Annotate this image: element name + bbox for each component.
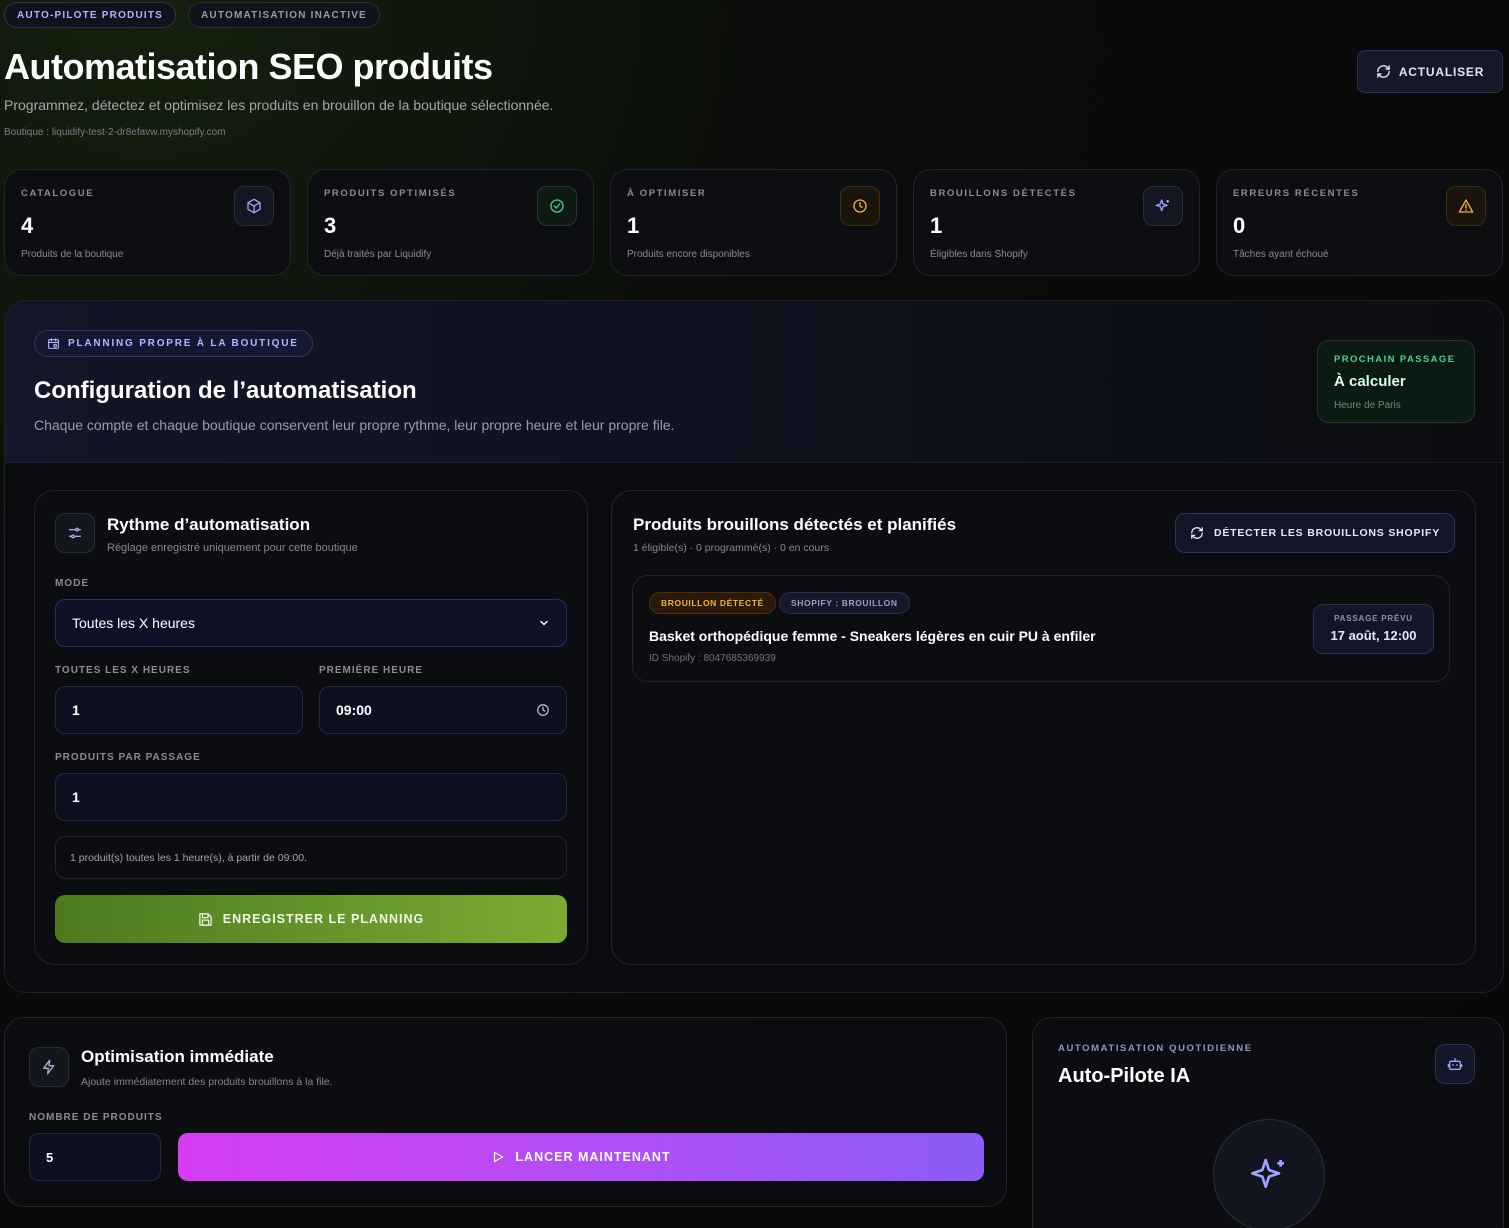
drafts-card: Produits brouillons détectés et planifié… [611,490,1476,965]
product-id: ID Shopify : 8047685369939 [649,653,776,664]
lightning-icon [29,1047,69,1087]
stat-desc: Tâches ayant échoué [1233,249,1329,260]
per-pass-value: 1 [72,789,80,805]
calendar-icon [48,338,59,349]
product-name: Basket orthopédique femme - Sneakers lég… [649,628,1096,644]
page-subtitle: Programmez, détectez et optimisez les pr… [4,97,554,113]
refresh-icon [1191,527,1203,539]
autopilot-sparkle [1213,1119,1325,1228]
stat-card-catalogue: CATALOGUE 4 Produits de la boutique [4,169,291,276]
autopilot-label: AUTOMATISATION QUOTIDIENNE [1058,1043,1253,1054]
status-badge: BROUILLON DÉTECTÉ [649,592,776,614]
next-run-label: PROCHAIN PASSAGE [1334,354,1456,365]
sparkles-icon [1143,186,1183,226]
product-count-value: 5 [46,1149,54,1165]
planned-run-value: 17 août, 12:00 [1330,628,1417,643]
every-hours-label: TOUTES LES X HEURES [55,665,191,676]
stat-desc: Produits de la boutique [21,249,124,260]
save-icon [199,912,212,926]
stat-desc: Éligibles dans Shopify [930,249,1028,260]
immediate-subtitle: Ajoute immédiatement des produits brouil… [81,1076,333,1088]
immediate-title: Optimisation immédiate [81,1047,274,1066]
shopify-status-badge: SHOPIFY : BROUILLON [779,592,910,614]
immediate-card: Optimisation immédiate Ajoute immédiatem… [4,1017,1007,1207]
per-pass-label: PRODUITS PAR PASSAGE [55,752,201,763]
launch-now-label: LANCER MAINTENANT [515,1150,671,1164]
mode-value: Toutes les X heures [72,615,195,631]
product-count-input[interactable]: 5 [29,1133,161,1181]
every-hours-value: 1 [72,702,80,718]
drafts-counts: 1 éligible(s) · 0 programmé(s) · 0 en co… [633,542,830,554]
mode-select[interactable]: Toutes les X heures [55,599,567,647]
refresh-label: ACTUALISER [1398,64,1485,79]
stat-card-to-optimize: À OPTIMISER 1 Produits encore disponible… [610,169,897,276]
first-hour-value: 09:00 [336,702,372,718]
next-run-value: À calculer [1334,373,1406,390]
first-hour-label: PREMIÈRE HEURE [319,665,424,676]
stat-card-drafts: BROUILLONS DÉTECTÉS 1 Éligibles dans Sho… [913,169,1200,276]
tag-label: PLANNING PROPRE À LA BOUTIQUE [68,338,299,349]
stat-card-optimized: PRODUITS OPTIMISÉS 3 Déjà traités par Li… [307,169,594,276]
launch-now-button[interactable]: LANCER MAINTENANT [178,1133,984,1181]
first-hour-input[interactable]: 09:00 [319,686,567,734]
autopilot-card: AUTOMATISATION QUOTIDIENNE Auto-Pilote I… [1032,1017,1504,1228]
automation-config-section: PLANNING PROPRE À LA BOUTIQUE Configurat… [4,300,1504,993]
detect-drafts-button[interactable]: DÉTECTER LES BROUILLONS SHOPIFY [1175,513,1455,553]
save-planning-button[interactable]: ENREGISTRER LE PLANNING [55,895,567,943]
refresh-button[interactable]: ACTUALISER [1357,50,1503,93]
drafts-title: Produits brouillons détectés et planifié… [633,515,957,534]
planned-run-box: PASSAGE PRÉVU 17 août, 12:00 [1313,604,1434,654]
clock-icon [840,186,880,226]
next-run-timezone: Heure de Paris [1334,400,1401,411]
robot-icon[interactable] [1435,1044,1475,1084]
chevron-down-icon [540,620,548,626]
detect-drafts-label: DÉTECTER LES BROUILLONS SHOPIFY [1213,527,1441,539]
clock-icon [537,704,549,716]
refresh-icon [1377,65,1390,78]
config-subtitle: Chaque compte et chaque boutique conserv… [34,417,675,433]
shop-planning-tag: PLANNING PROPRE À LA BOUTIQUE [34,330,313,357]
list-item[interactable]: BROUILLON DÉTECTÉ SHOPIFY : BROUILLON Ba… [632,575,1450,682]
sparkles-icon [1251,1158,1284,1188]
stat-card-errors: ERREURS RÉCENTES 0 Tâches ayant échoué [1216,169,1503,276]
autopilot-title: Auto-Pilote IA [1058,1065,1191,1087]
config-title: Configuration de l’automatisation [34,377,417,404]
per-pass-input[interactable]: 1 [55,773,567,821]
save-planning-label: ENREGISTRER LE PLANNING [222,912,425,926]
next-run-card: PROCHAIN PASSAGE À calculer Heure de Par… [1317,340,1475,423]
planned-run-label: PASSAGE PRÉVU [1334,614,1413,623]
product-count-label: NOMBRE DE PRODUITS [29,1112,163,1123]
check-circle-icon [537,186,577,226]
mode-label: MODE [55,578,89,589]
play-icon [494,1151,504,1163]
page-title: Automatisation SEO produits [4,46,493,87]
status-pill: AUTOMATISATION INACTIVE [188,2,380,28]
cube-icon [234,186,274,226]
config-header: PLANNING PROPRE À LA BOUTIQUE Configurat… [5,301,1503,463]
warning-icon [1446,186,1486,226]
rhythm-card: Rythme d’automatisation Réglage enregist… [34,490,588,965]
shop-domain: Boutique : liquidify-test-2-dr8efavw.mys… [4,127,226,138]
schedule-summary: 1 produit(s) toutes les 1 heure(s), à pa… [55,836,567,879]
stat-desc: Produits encore disponibles [627,249,750,260]
rhythm-title: Rythme d’automatisation [107,515,311,534]
autopilot-pill: AUTO-PILOTE PRODUITS [4,2,177,28]
stat-desc: Déjà traités par Liquidify [324,249,432,260]
every-hours-input[interactable]: 1 [55,686,303,734]
sliders-icon [55,513,95,553]
rhythm-subtitle: Réglage enregistré uniquement pour cette… [107,542,358,554]
